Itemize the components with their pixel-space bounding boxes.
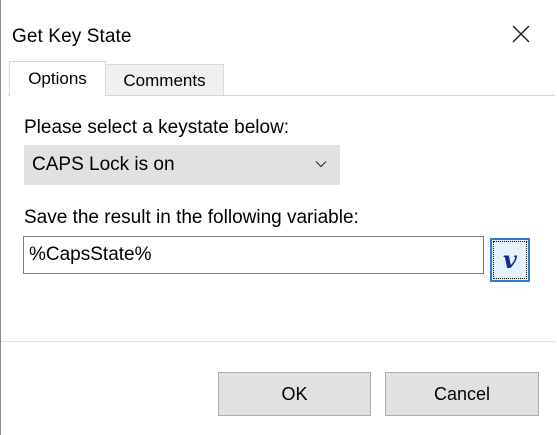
- keystate-label: Please select a keystate below:: [24, 117, 290, 138]
- ok-button[interactable]: OK: [218, 372, 371, 416]
- keystate-select[interactable]: CAPS Lock is on: [24, 145, 340, 185]
- tab-strip: Options Comments: [1, 61, 555, 97]
- focus-rectangle: v: [493, 241, 527, 279]
- variable-input-value: %CapsState%: [29, 244, 152, 265]
- variable-picker-button[interactable]: v: [490, 238, 530, 282]
- variable-label: Save the result in the following variabl…: [24, 207, 359, 228]
- tab-comments[interactable]: Comments: [105, 64, 224, 95]
- close-icon: [512, 25, 530, 43]
- keystate-select-value: CAPS Lock is on: [32, 154, 175, 175]
- close-button[interactable]: [501, 14, 541, 54]
- cancel-button[interactable]: Cancel: [385, 372, 539, 416]
- tab-options[interactable]: Options: [9, 61, 106, 96]
- title-bar[interactable]: Get Key State: [1, 0, 555, 64]
- window-title: Get Key State: [12, 26, 132, 47]
- chevron-down-icon: [315, 161, 327, 168]
- variable-input[interactable]: %CapsState%: [23, 236, 484, 274]
- variable-picker-label: v: [503, 245, 517, 274]
